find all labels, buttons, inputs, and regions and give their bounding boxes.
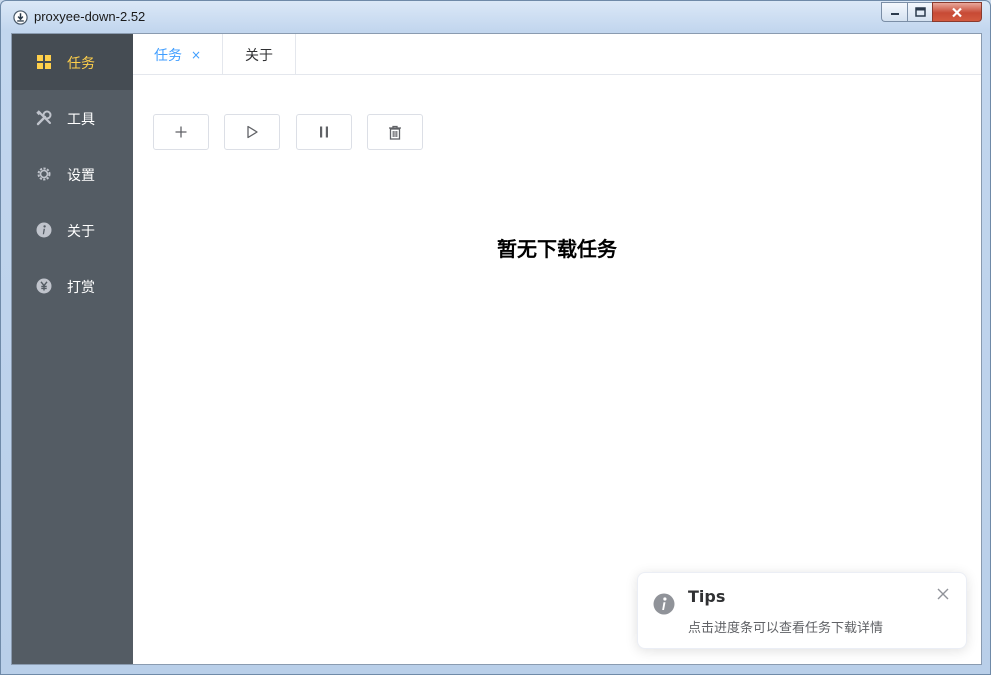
maximize-button[interactable] [907, 2, 932, 22]
sidebar-item-label: 任务 [67, 56, 95, 72]
plus-icon [175, 126, 187, 138]
sidebar-item-label: 关于 [67, 224, 95, 240]
empty-state-text: 暂无下载任务 [497, 237, 617, 261]
app-logo-icon [13, 10, 28, 25]
sidebar-item-settings[interactable]: 设置 [12, 146, 133, 202]
tools-icon [36, 110, 52, 126]
pause-icon [320, 126, 328, 138]
sidebar-item-about[interactable]: 关于 [12, 202, 133, 258]
tab-label: 关于 [245, 47, 273, 64]
window-title: proxyee-down-2.52 [34, 9, 146, 24]
info-icon [653, 593, 675, 615]
close-window-button[interactable] [932, 2, 982, 22]
maximize-icon [914, 7, 926, 17]
title-bar[interactable]: proxyee-down-2.52 [1, 1, 990, 33]
trash-icon [389, 125, 401, 140]
window-controls [881, 2, 982, 23]
gear-icon [37, 167, 51, 181]
minimize-icon [890, 13, 899, 15]
tips-notification: Tips 点击进度条可以查看任务下载详情 [637, 572, 967, 649]
tab-close-icon[interactable]: × [191, 48, 201, 62]
sidebar-item-tools[interactable]: 工具 [12, 90, 133, 146]
notification-title: Tips [688, 587, 726, 606]
sidebar-item-label: 打赏 [67, 280, 95, 296]
pause-task-button[interactable] [296, 114, 352, 150]
notification-message: 点击进度条可以查看任务下载详情 [688, 621, 884, 636]
add-task-button[interactable] [153, 114, 209, 150]
play-icon [247, 125, 258, 139]
main-panel: 任务 × 关于 暂无下载任务 [133, 34, 981, 664]
grid-icon [37, 55, 51, 69]
start-task-button[interactable] [224, 114, 280, 150]
sidebar-item-tasks[interactable]: 任务 [12, 34, 133, 90]
sidebar-item-donate[interactable]: 打赏 [12, 258, 133, 314]
client-area: 任务 工具 设置 关于 打赏 任务 × 关于 暂无下载任务 Tips 点击进度条… [11, 33, 982, 665]
tab-label: 任务 [153, 47, 182, 64]
tab-bar: 任务 × 关于 [133, 34, 981, 76]
tab-about[interactable]: 关于 [222, 34, 296, 75]
sidebar: 任务 工具 设置 关于 打赏 [12, 34, 133, 664]
delete-task-button[interactable] [367, 114, 423, 150]
close-icon [952, 7, 962, 17]
info-icon [36, 222, 52, 238]
app-window: proxyee-down-2.52 任务 工具 设置 关于 打赏 任务 × 关于… [0, 0, 991, 675]
tab-tasks[interactable]: 任务 × [133, 34, 222, 76]
sidebar-item-label: 工具 [67, 112, 95, 128]
close-icon[interactable] [936, 587, 950, 601]
sidebar-item-label: 设置 [67, 168, 95, 184]
yen-icon [36, 278, 52, 294]
minimize-button[interactable] [881, 2, 907, 22]
